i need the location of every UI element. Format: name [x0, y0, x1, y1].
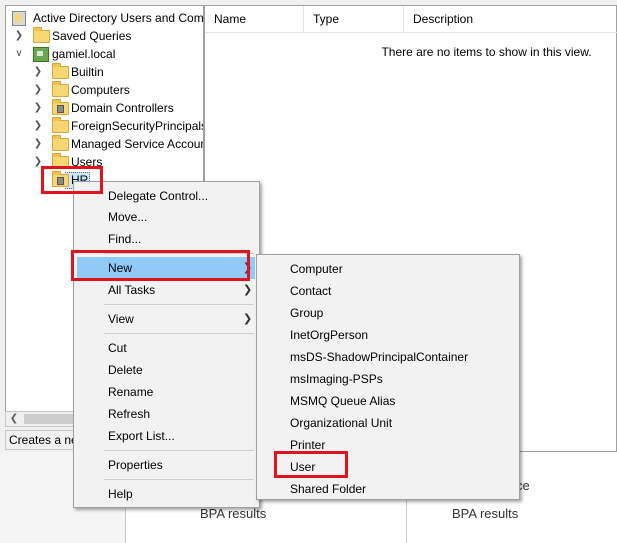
- folder-icon: [52, 153, 69, 169]
- column-header-type[interactable]: Type: [304, 6, 404, 32]
- tree-item-label: Builtin: [71, 65, 104, 79]
- expand-arrow-icon[interactable]: ❯: [33, 117, 43, 135]
- expand-arrow-icon[interactable]: ❯: [33, 63, 43, 81]
- menu-item-label: msDS-ShadowPrincipalContainer: [290, 350, 469, 364]
- menu-item-label: Group: [290, 306, 324, 320]
- menu-item-label: Organizational Unit: [290, 416, 393, 430]
- submenu-arrow-icon: ❯: [243, 284, 253, 296]
- list-header: Name Type Description: [205, 6, 617, 33]
- column-header-description[interactable]: Description: [404, 6, 617, 32]
- ad-console-icon: [12, 11, 26, 26]
- menu-item-label: Rename: [108, 385, 154, 399]
- menu-item-label: Refresh: [108, 407, 151, 421]
- menu-item-label: All Tasks: [108, 283, 156, 297]
- tree-item-label: ForeignSecurityPrincipals: [71, 119, 204, 133]
- menu-item-label: Help: [108, 487, 133, 501]
- menu-separator: [104, 450, 254, 451]
- folder-icon: [52, 81, 69, 97]
- folder-icon: [33, 27, 50, 43]
- tree-item-label: gamiel.local: [52, 47, 116, 61]
- menu-item-label: Export List...: [108, 429, 175, 443]
- scroll-left-icon[interactable]: ❮: [6, 412, 22, 426]
- menu-item-label: Properties: [108, 458, 163, 472]
- menu-item-label: Printer: [290, 438, 326, 452]
- menu-separator: [104, 304, 254, 305]
- menu-item-label: InetOrgPerson: [290, 328, 369, 342]
- ou-folder-icon: [52, 99, 69, 115]
- collapse-arrow-icon[interactable]: ∨: [14, 45, 24, 63]
- expand-arrow-icon[interactable]: ❯: [33, 135, 43, 153]
- expand-arrow-icon[interactable]: ❯: [33, 153, 43, 171]
- ou-folder-icon: [52, 171, 69, 187]
- status-text: Creates a ne: [9, 433, 78, 447]
- menu-item-label: Contact: [290, 284, 332, 298]
- bpa-results-right[interactable]: BPA results: [452, 506, 518, 521]
- menu-item-new-highlight: [77, 257, 255, 279]
- tree-root-label: Active Directory Users and Com: [33, 11, 204, 25]
- folder-icon: [52, 117, 69, 133]
- menu-separator: [104, 479, 254, 480]
- menu-item-label: msImaging-PSPs: [290, 372, 383, 386]
- domain-icon: [33, 47, 49, 62]
- bpa-results-left[interactable]: BPA results: [200, 506, 266, 521]
- menu-item-label: Move...: [108, 210, 148, 224]
- menu-item-label: View: [108, 312, 134, 326]
- tree-item-label: Users: [71, 155, 103, 169]
- menu-item-label: User: [290, 460, 316, 474]
- expand-arrow-icon[interactable]: ❯: [33, 99, 43, 117]
- menu-separator: [104, 253, 254, 254]
- folder-icon: [52, 63, 69, 79]
- expand-arrow-icon[interactable]: ❯: [33, 81, 43, 99]
- submenu-arrow-icon: ❯: [243, 262, 253, 274]
- menu-item-label: Delegate Control...: [108, 189, 209, 203]
- tree-item-label: Computers: [71, 83, 130, 97]
- context-menu: Delegate Control... Move... Find... New …: [73, 181, 260, 508]
- folder-icon: [52, 135, 69, 151]
- tree-item-label: Managed Service Accounts: [71, 137, 204, 151]
- new-submenu: Computer Contact Group InetOrgPerson msD…: [256, 254, 520, 500]
- menu-item-label: Delete: [108, 363, 143, 377]
- menu-item-label: Cut: [108, 341, 127, 355]
- menu-item-label: Find...: [108, 232, 142, 246]
- menu-item-label: MSMQ Queue Alias: [290, 394, 396, 408]
- submenu-arrow-icon: ❯: [243, 313, 253, 325]
- empty-list-message: There are no items to show in this view.: [381, 45, 592, 59]
- menu-item-label: Computer: [290, 262, 343, 276]
- menu-separator: [104, 333, 254, 334]
- column-header-name[interactable]: Name: [205, 6, 304, 32]
- menu-item-label: New: [108, 261, 133, 275]
- tree-item-label: Domain Controllers: [71, 101, 174, 115]
- expand-arrow-icon[interactable]: ❯: [14, 27, 24, 45]
- menu-item-label: Shared Folder: [290, 482, 367, 496]
- tree-item-label: Saved Queries: [52, 29, 132, 43]
